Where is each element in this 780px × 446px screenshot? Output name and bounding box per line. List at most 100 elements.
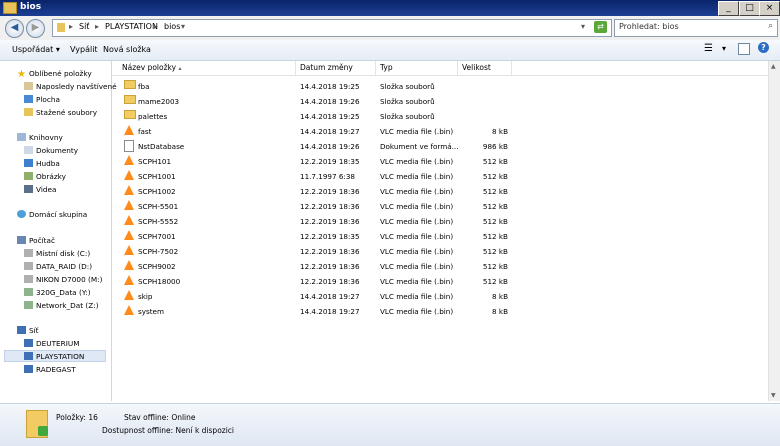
nav-host-deuterium[interactable]: DEUTERIUM [24, 338, 80, 350]
vertical-scrollbar[interactable]: ▲ ▼ [768, 61, 780, 401]
file-row[interactable]: fba 14.4.2018 19:25 Složka souborů [112, 80, 532, 94]
file-date: 14.4.2018 19:26 [300, 97, 360, 106]
file-size: 8 kB [492, 307, 508, 316]
column-size[interactable]: Velikost [458, 61, 512, 75]
nav-drive-c[interactable]: Místní disk (C:) [24, 248, 90, 260]
file-name: SCPH18000 [138, 277, 181, 286]
preview-pane-icon[interactable] [738, 43, 750, 55]
help-icon[interactable]: ? [758, 42, 769, 53]
file-date: 12.2.2019 18:36 [300, 277, 360, 286]
file-row[interactable]: system 14.4.2018 19:27 VLC media file (.bi… [112, 305, 532, 319]
file-type: VLC media file (.bin) [380, 187, 454, 196]
chevron-icon[interactable]: ▸ [154, 22, 158, 31]
file-row[interactable]: SCPH-5501 12.2.2019 18:36 VLC media file (… [112, 200, 532, 214]
view-dropdown-icon[interactable]: ▾ [722, 44, 726, 53]
nav-drive-d[interactable]: DATA_RAID (D:) [24, 261, 92, 273]
new-folder-button[interactable]: Nová složka [103, 45, 151, 54]
nav-favorites-label: Oblíbené položky [28, 69, 92, 78]
file-size: 512 kB [482, 217, 508, 226]
nav-label: Místní disk (C:) [36, 249, 91, 258]
file-row[interactable]: SCPH101 12.2.2019 18:35 VLC media file (.b… [112, 155, 532, 169]
file-type: VLC media file (.bin) [380, 292, 454, 301]
address-bar[interactable]: ▸ Síť ▸ PLAYSTATION ▸ bios ▾ ▾ ⇄ [52, 19, 612, 37]
breadcrumb-bios[interactable]: bios [164, 22, 180, 31]
file-row[interactable]: SCPH18000 12.2.2019 18:36 VLC media file (… [112, 275, 532, 289]
chevron-icon[interactable]: ▸ [95, 22, 99, 31]
file-date: 12.2.2019 18:36 [300, 247, 360, 256]
maximize-button[interactable]: □ [739, 1, 760, 16]
burn-button[interactable]: Vypálit [70, 45, 98, 54]
organize-button[interactable]: Uspořádat ▾ [12, 45, 60, 54]
nav-desktop[interactable]: Plocha [24, 94, 60, 106]
vlc-file-icon [124, 200, 134, 210]
nav-libraries[interactable]: Knihovny [17, 132, 63, 144]
network-share-icon [38, 426, 48, 436]
nav-label: Network_Dat (Z:) [36, 301, 99, 310]
chevron-icon[interactable]: ▾ [181, 22, 185, 31]
file-row[interactable]: SCPH1001 11.7.1997 6:38 VLC media file (.b… [112, 170, 532, 184]
file-name: SCPH9002 [138, 262, 176, 271]
file-row[interactable]: SCPH1002 12.2.2019 18:36 VLC media file (.… [112, 185, 532, 199]
nav-documents[interactable]: Dokumenty [24, 145, 78, 157]
nav-downloads[interactable]: Stažené soubory [24, 107, 97, 119]
back-button[interactable]: ◀ [5, 19, 24, 38]
nav-label: 320G_Data (Y:) [36, 288, 91, 297]
close-button[interactable]: × [759, 1, 780, 16]
file-type: VLC media file (.bin) [380, 247, 454, 256]
nav-homegroup[interactable]: Domácí skupina [17, 209, 87, 221]
homegroup-icon [17, 210, 26, 218]
nav-label: Naposledy navštívené [36, 82, 117, 91]
search-input[interactable]: Prohledat: bios ⌕ [614, 19, 778, 37]
breadcrumb-network[interactable]: Síť [79, 22, 89, 31]
file-row[interactable]: SCPH-5552 12.2.2019 18:36 VLC media file (… [112, 215, 532, 229]
file-row[interactable]: NstDatabase 14.4.2018 19:26 Dokument ve fo… [112, 140, 532, 154]
nav-music[interactable]: Hudba [24, 158, 60, 170]
file-row[interactable]: SCPH-7502 12.2.2019 18:36 VLC media file (… [112, 245, 532, 259]
nav-videos[interactable]: Videa [24, 184, 56, 196]
vlc-file-icon [124, 155, 134, 165]
libraries-icon [17, 133, 26, 141]
file-size: 986 kB [482, 142, 508, 151]
scroll-down-icon[interactable]: ▼ [771, 392, 776, 399]
column-date[interactable]: Datum změny [296, 61, 376, 75]
vlc-file-icon [124, 260, 134, 270]
refresh-icon[interactable]: ⇄ [594, 21, 607, 33]
view-options-icon[interactable]: ☰ [704, 43, 713, 54]
file-type: VLC media file (.bin) [380, 202, 454, 211]
drive-icon [24, 249, 33, 257]
dropdown-arrow-icon[interactable]: ▾ [581, 22, 585, 31]
nav-computer[interactable]: Počítač [17, 235, 55, 247]
nav-host-radegast[interactable]: RADEGAST [24, 364, 76, 376]
nav-pictures[interactable]: Obrázky [24, 171, 66, 183]
vlc-file-icon [124, 170, 134, 180]
network-drive-icon [24, 301, 33, 309]
network-drive-icon [24, 288, 33, 296]
nav-drive-y[interactable]: 320G_Data (Y:) [24, 287, 91, 299]
file-type: VLC media file (.bin) [380, 307, 454, 316]
computer-icon [24, 339, 33, 347]
nav-drive-z[interactable]: Network_Dat (Z:) [24, 300, 99, 312]
nav-computer-label: Počítač [29, 236, 55, 245]
scroll-up-icon[interactable]: ▲ [771, 63, 776, 70]
file-row[interactable]: fast 14.4.2018 19:27 VLC media file (.bin)… [112, 125, 532, 139]
file-row[interactable]: palettes 14.4.2018 19:25 Složka souborů [112, 110, 532, 124]
nav-drive-m[interactable]: NIKON D7000 (M:) [24, 274, 102, 286]
nav-network[interactable]: Síť [17, 325, 39, 337]
file-row[interactable]: mame2003 14.4.2018 19:26 Složka souborů [112, 95, 532, 109]
nav-recent-places[interactable]: Naposledy navštívené [24, 81, 117, 93]
nav-favorites[interactable]: ★ Oblíbené položky [17, 68, 92, 80]
file-name: SCPH-5552 [138, 217, 179, 226]
nav-host-playstation[interactable]: PLAYSTATION [4, 350, 106, 362]
file-row[interactable]: skip 14.4.2018 19:27 VLC media file (.bin)… [112, 290, 532, 304]
music-icon [24, 159, 33, 167]
file-row[interactable]: SCPH9002 12.2.2019 18:36 VLC media file (.… [112, 260, 532, 274]
minimize-button[interactable]: _ [718, 1, 739, 16]
search-icon[interactable]: ⌕ [768, 21, 773, 31]
nav-label: RADEGAST [36, 365, 76, 374]
forward-button[interactable]: ▶ [26, 19, 45, 38]
breadcrumb-playstation[interactable]: PLAYSTATION [105, 22, 158, 31]
vlc-file-icon [124, 215, 134, 225]
column-name[interactable]: Název položky ▴ [116, 61, 296, 75]
file-row[interactable]: SCPH7001 12.2.2019 18:35 VLC media file (.… [112, 230, 532, 244]
column-type[interactable]: Typ [376, 61, 458, 75]
